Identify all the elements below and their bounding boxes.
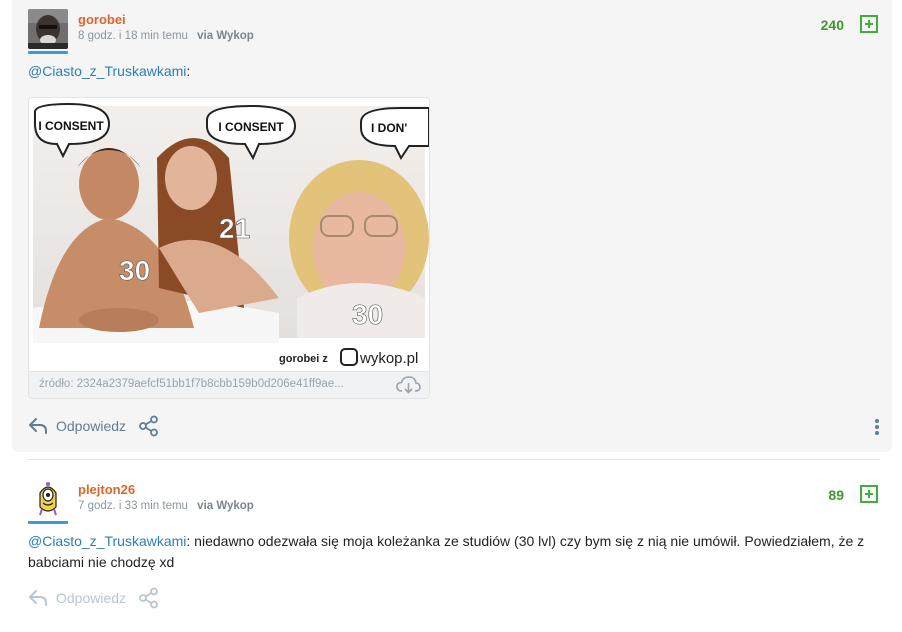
timestamp: 7 godz. i 33 min temu bbox=[78, 500, 188, 512]
comment-plejton26: plejton26 7 godz. i 33 min temu via Wyko… bbox=[12, 460, 892, 632]
plus-icon[interactable] bbox=[860, 485, 878, 503]
share-button[interactable] bbox=[138, 415, 160, 437]
vote-count: 89 bbox=[828, 487, 844, 503]
comment-text: @Ciasto_z_Truskawkami: niedawno odezwała… bbox=[28, 531, 878, 573]
reply-button[interactable]: Odpowiedz bbox=[28, 589, 126, 607]
reply-icon bbox=[29, 418, 47, 434]
share-icon bbox=[139, 587, 158, 609]
source-bar: źródło: 2324a2379aefcf51bb1f7b8cbb159b0d… bbox=[29, 371, 429, 398]
comment-actions: Odpowiedz bbox=[28, 586, 160, 610]
share-icon bbox=[139, 415, 158, 437]
bubble-3: I DON' bbox=[371, 121, 407, 135]
download-cloud-icon[interactable] bbox=[395, 375, 421, 395]
mention-link[interactable]: @Ciasto_z_Truskawkami bbox=[28, 533, 186, 549]
age-label-2: 21 bbox=[219, 213, 250, 244]
watermark-user: gorobei z bbox=[279, 353, 328, 365]
bubble-2: I CONSENT bbox=[218, 120, 284, 134]
avatar-underline bbox=[28, 521, 68, 524]
comment-meta: 8 godz. i 18 min temu via Wykop bbox=[78, 30, 254, 42]
share-button[interactable] bbox=[138, 587, 160, 609]
source-link[interactable]: źródło: 2324a2379aefcf51bb1f7b8cbb159b0d… bbox=[39, 378, 379, 390]
reply-button[interactable]: Odpowiedz bbox=[28, 417, 126, 435]
mention-link[interactable]: @Ciasto_z_Truskawkami bbox=[28, 63, 186, 79]
reply-label: Odpowiedz bbox=[56, 590, 127, 606]
age-label-1: 30 bbox=[119, 255, 150, 286]
via-source[interactable]: via Wykop bbox=[197, 30, 254, 42]
avatar[interactable] bbox=[28, 479, 68, 519]
comment-text: @Ciasto_z_Truskawkami: bbox=[28, 61, 888, 82]
reply-icon bbox=[29, 590, 47, 606]
age-label-3: 30 bbox=[352, 299, 383, 330]
timestamp: 8 godz. i 18 min temu bbox=[78, 30, 188, 42]
comment-actions: Odpowiedz bbox=[28, 414, 160, 438]
embedded-image[interactable]: I CONSENT I CONSENT I DON' 30 21 30 goro… bbox=[28, 97, 430, 399]
comment-text-body: : bbox=[186, 63, 191, 79]
username[interactable]: gorobei bbox=[78, 12, 126, 27]
via-source[interactable]: via Wykop bbox=[197, 500, 254, 512]
avatar-underline bbox=[28, 51, 68, 54]
meme-image: I CONSENT I CONSENT I DON' 30 21 30 goro… bbox=[29, 98, 429, 372]
username[interactable]: plejton26 bbox=[78, 482, 135, 497]
plus-icon[interactable] bbox=[860, 15, 878, 33]
bubble-1: I CONSENT bbox=[38, 119, 104, 133]
vote-count: 240 bbox=[820, 17, 844, 33]
avatar[interactable] bbox=[28, 9, 68, 49]
comment-meta: 7 godz. i 33 min temu via Wykop bbox=[78, 500, 254, 512]
reply-label: Odpowiedz bbox=[56, 418, 127, 434]
more-vertical-icon[interactable] bbox=[874, 418, 880, 436]
watermark-site: wykop.pl bbox=[359, 350, 418, 367]
comment-gorobei: gorobei 8 godz. i 18 min temu via Wykop … bbox=[12, 0, 892, 452]
